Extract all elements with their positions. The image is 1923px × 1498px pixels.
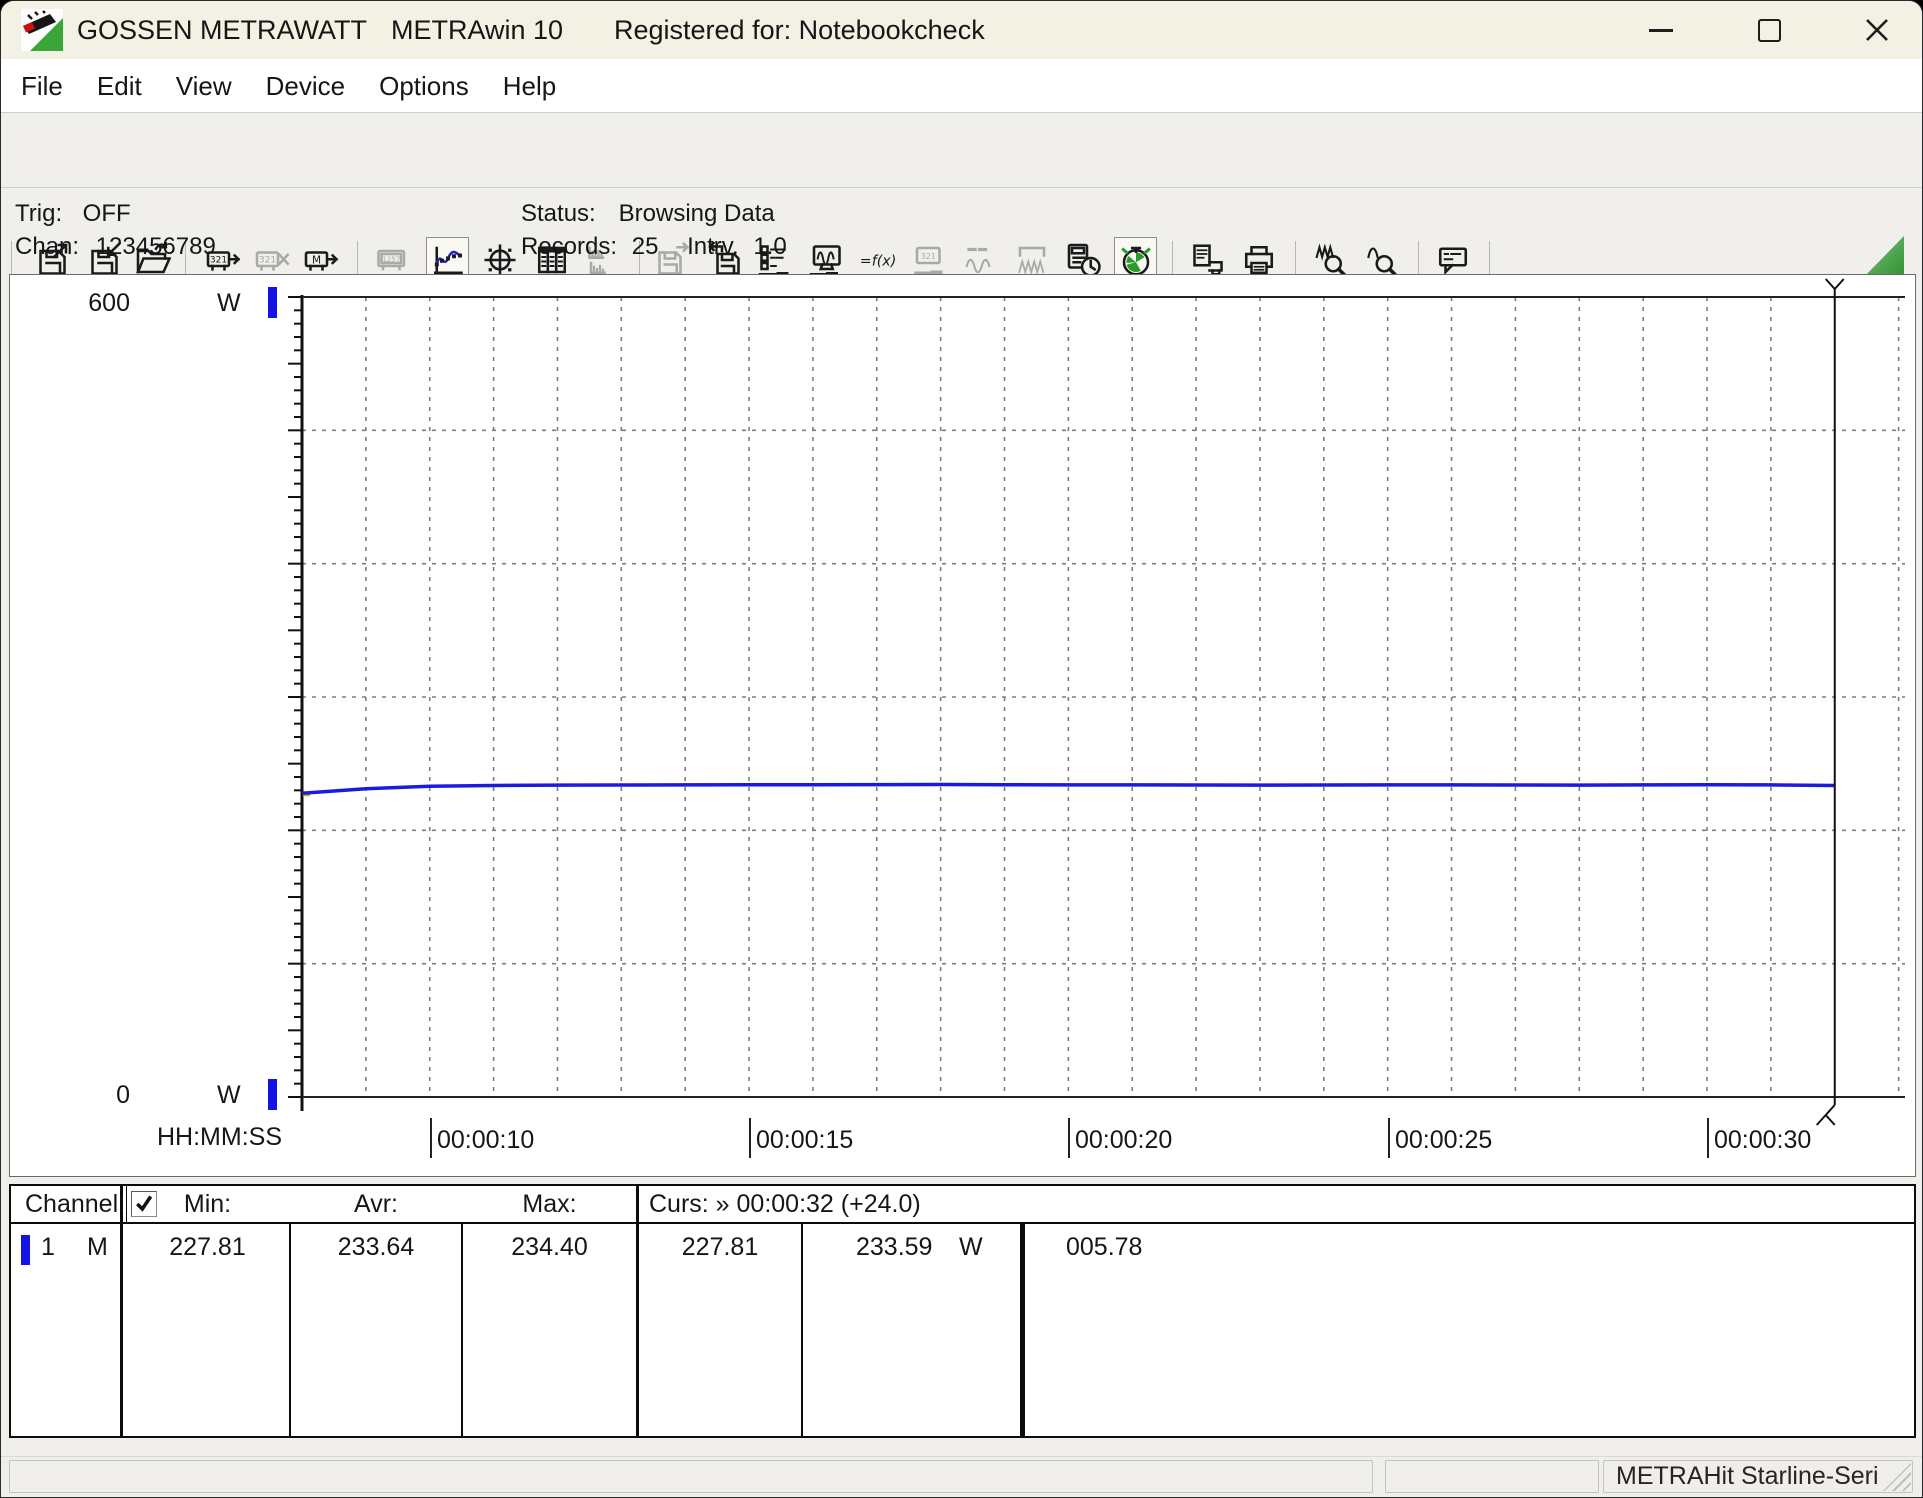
device-name: METRAHit Starline-Seri [1616,1462,1879,1490]
chart-gridlines [302,297,1905,1097]
close-button[interactable] [1849,9,1905,51]
menu-help[interactable]: Help [503,59,556,113]
cursor2-unit: W [959,1233,983,1262]
statusbar-message-panel [9,1460,1373,1493]
x-tick-label: 00:00:10 [430,1118,534,1158]
close-icon [1864,17,1890,43]
table-divider [636,1186,639,1436]
min-column-header: Min: [126,1190,289,1219]
app-title: METRAwin 10 [391,1,563,59]
x-axis-format-label: HH:MM:SS [157,1123,282,1152]
maximize-icon [1758,19,1781,42]
menu-options[interactable]: Options [379,59,469,113]
y-min-label: 0 [80,1080,130,1110]
channel-row-color-marker [21,1235,30,1265]
status-bar: METRAHit Starline-Seri [1,1456,1922,1496]
measurement-table: Channel: Min: Avr: Max: Curs: » 00:00:32… [9,1184,1916,1438]
channel-mode: M [87,1233,108,1262]
menu-device[interactable]: Device [266,59,345,113]
records-value: 25 [632,233,659,260]
brand-title: GOSSEN METRAWATT [77,1,367,59]
title-bar: GOSSEN METRAWATT METRAwin 10 Registered … [1,1,1922,59]
app-logo-icon [21,9,63,51]
intrv-value: 1.0 [753,233,786,260]
resize-grip[interactable] [1883,1463,1911,1491]
cursor3-value: 005.78 [1066,1233,1142,1262]
avr-column-header: Avr: [291,1190,461,1219]
chart-panel: 600 W 0 W HH:MM:SS 00:00:10 00:00:15 00:… [9,274,1916,1177]
statusbar-info-panel [1385,1460,1599,1493]
chan-label: Chan: [15,230,89,263]
table-divider [120,1186,123,1436]
avr-value: 233.64 [291,1233,461,1262]
channel-color-marker-top [268,287,277,318]
cursor2-value: 233.59 [856,1233,932,1262]
y-unit-top: W [217,288,241,318]
table-divider [801,1224,803,1436]
channel-number: 1 [41,1233,55,1262]
x-tick-label: 00:00:20 [1068,1118,1172,1158]
trig-value: OFF [83,200,131,227]
menu-view[interactable]: View [176,59,232,113]
app-window: GOSSEN METRAWATT METRAwin 10 Registered … [0,0,1923,1498]
minimize-button[interactable] [1633,9,1689,51]
status-label: Status: [521,197,612,230]
menu-bar: File Edit View Device Options Help [1,59,1922,113]
minimize-icon [1649,29,1673,32]
cursor1-value: 227.81 [639,1233,801,1262]
channel-color-marker-bottom [268,1079,277,1110]
x-tick-label: 00:00:30 [1707,1118,1811,1158]
y-max-label: 600 [80,288,130,318]
registered-for-text: Registered for: Notebookcheck [614,1,985,59]
max-value: 234.40 [463,1233,636,1262]
chart-cursor[interactable] [1817,279,1844,1125]
cursor-column-header: Curs: » 00:00:32 (+24.0) [649,1190,921,1219]
channel-column-header: Channel: [25,1190,125,1219]
cursor-top-handle[interactable] [1826,279,1844,297]
cursor-bottom-handle[interactable] [1817,1097,1835,1125]
tool-bar: 321 321 M 1257 =f(x) 321 [1,114,1922,188]
maximize-button[interactable] [1741,9,1797,51]
x-tick-label: 00:00:15 [749,1118,853,1158]
intrv-label: Intrv. [687,233,739,260]
max-column-header: Max: [463,1190,636,1219]
statusbar-device-panel: METRAHit Starline-Seri [1603,1460,1913,1493]
menu-edit[interactable]: Edit [97,59,142,113]
status-value: Browsing Data [619,200,775,227]
status-panel: Trig: OFF Chan: 123456789 Status: Browsi… [1,187,1922,274]
min-value: 227.81 [126,1233,289,1262]
y-unit-bottom: W [217,1080,241,1110]
table-divider [1020,1224,1025,1436]
menu-file[interactable]: File [21,59,63,113]
records-label: Records: [521,233,617,260]
x-tick-label: 00:00:25 [1388,1118,1492,1158]
chan-value: 123456789 [96,233,216,260]
power-chart [10,275,1915,1176]
trig-label: Trig: [15,197,76,230]
chart-axes [288,295,1905,1111]
